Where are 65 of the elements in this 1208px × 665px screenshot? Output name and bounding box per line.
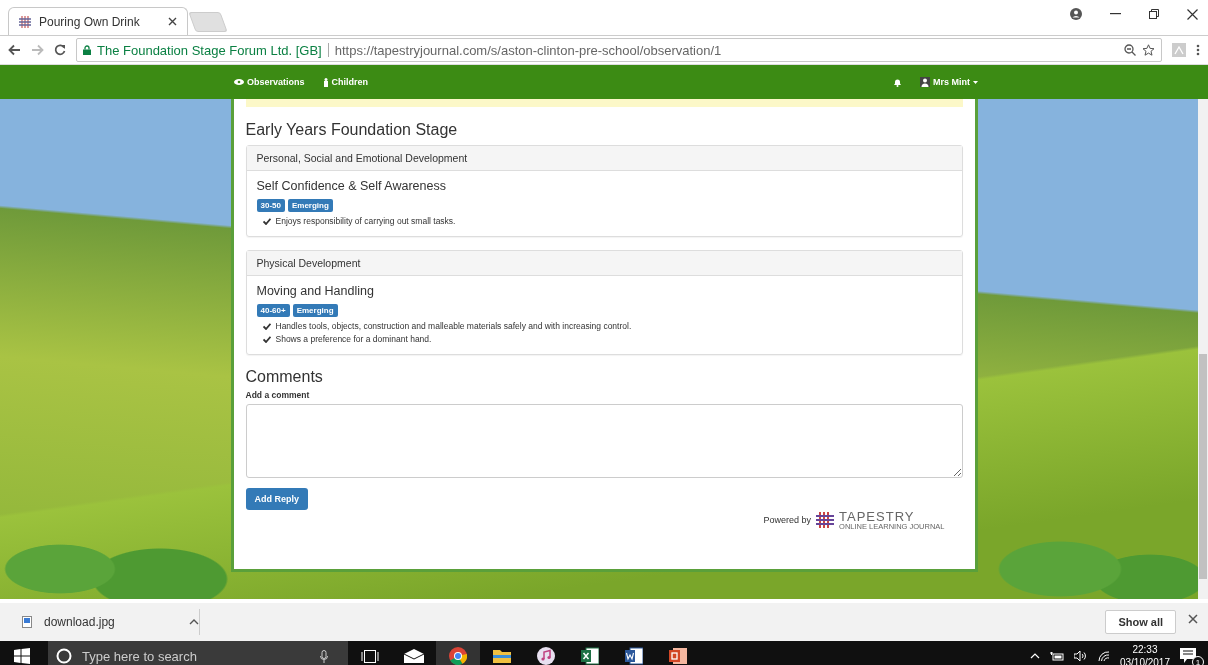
minimize-icon[interactable] — [1110, 13, 1121, 15]
task-view-icon[interactable] — [361, 649, 379, 663]
back-icon[interactable] — [8, 44, 21, 56]
close-icon[interactable] — [1188, 614, 1198, 624]
user-icon — [920, 77, 930, 87]
user-menu[interactable]: Mrs Mint — [920, 77, 978, 87]
comment-field[interactable] — [245, 404, 963, 478]
mail-icon[interactable] — [404, 649, 424, 663]
bell-icon[interactable] — [893, 77, 902, 87]
scrollbar-thumb[interactable] — [1199, 354, 1207, 579]
spreadsheet-icon[interactable] — [581, 647, 599, 665]
menu-icon[interactable] — [1196, 44, 1200, 56]
grid-logo-icon — [816, 512, 835, 529]
label-badge: 40-60+ — [256, 304, 290, 317]
restore-icon[interactable] — [1149, 9, 1159, 19]
person-icon — [322, 77, 329, 87]
grid-logo-icon — [19, 15, 31, 28]
chevron-up-icon[interactable] — [189, 619, 199, 625]
powered-by-text: Powered by — [763, 515, 812, 526]
speaker-icon[interactable] — [1073, 651, 1088, 661]
image-file-icon — [22, 616, 32, 628]
aspect-title: Self Confidence & Self Awareness — [256, 179, 447, 193]
comment-label: Add a comment — [245, 390, 311, 400]
windows-start-icon[interactable] — [14, 648, 30, 664]
lock-icon — [83, 45, 91, 55]
microphone-icon[interactable] — [320, 649, 328, 663]
folder-icon[interactable] — [493, 649, 511, 663]
nav-link[interactable]: Observations — [234, 77, 305, 87]
action-center-button[interactable]: 1 — [1180, 645, 1202, 665]
caret-icon — [973, 80, 978, 84]
zoom-out-icon[interactable] — [1124, 44, 1136, 56]
url-text: https://tapestryjournal.com/s/aston-clinton-pre-school/observation/1 — [334, 42, 723, 58]
site-identity: The Foundation Stage Forum Ltd. [GB] — [97, 42, 322, 58]
add-reply-button[interactable]: Add Reply — [245, 488, 308, 510]
close-icon[interactable] — [168, 17, 177, 26]
profile-icon[interactable] — [1070, 8, 1082, 20]
reload-icon[interactable] — [54, 44, 66, 56]
wifi-icon[interactable] — [1097, 650, 1110, 662]
taskbar-search-box[interactable]: Type here to search — [48, 641, 348, 665]
eye-icon — [234, 79, 244, 85]
download-item[interactable]: download.jpg — [44, 615, 177, 629]
statement-text: Handles tools, objects, construction and malleable materials safely and with increasing control. — [275, 321, 632, 331]
label-badge: Emerging — [292, 304, 338, 317]
check-icon — [262, 217, 271, 225]
nav-link[interactable]: Children — [322, 77, 369, 87]
statement-text: Shows a preference for a dominant hand. — [275, 334, 432, 344]
star-icon[interactable] — [1142, 44, 1155, 56]
area-heading: Personal, Social and Emotional Development — [246, 146, 962, 171]
aspect-title: Moving and Handling — [256, 284, 375, 298]
document-icon[interactable] — [625, 647, 643, 665]
logo-text: TAPESTRY — [839, 510, 916, 523]
label-badge: 30-50 — [256, 199, 285, 212]
show-all-button[interactable]: Show all — [1105, 610, 1176, 634]
browser-tab[interactable]: Pouring Own Drink — [8, 7, 188, 35]
comments-title: Comments — [245, 368, 324, 386]
taskbar-search-field[interactable]: Type here to search — [80, 647, 312, 665]
music-note-icon[interactable] — [537, 647, 555, 665]
close-icon[interactable] — [1187, 8, 1198, 20]
address-bar[interactable]: The Foundation Stage Forum Ltd. [GB] https://tapestryjournal.com/s/aston-clinton-pre-school/observation/1 — [76, 38, 1162, 62]
area-heading: Physical Development — [246, 251, 962, 276]
label-badge: Emerging — [287, 199, 333, 212]
section-title: Early Years Foundation Stage — [245, 121, 459, 139]
battery-icon[interactable] — [1049, 651, 1064, 661]
presentation-icon[interactable] — [669, 647, 687, 665]
statement-text: Enjoys responsibility of carrying out small tasks. — [275, 216, 456, 226]
